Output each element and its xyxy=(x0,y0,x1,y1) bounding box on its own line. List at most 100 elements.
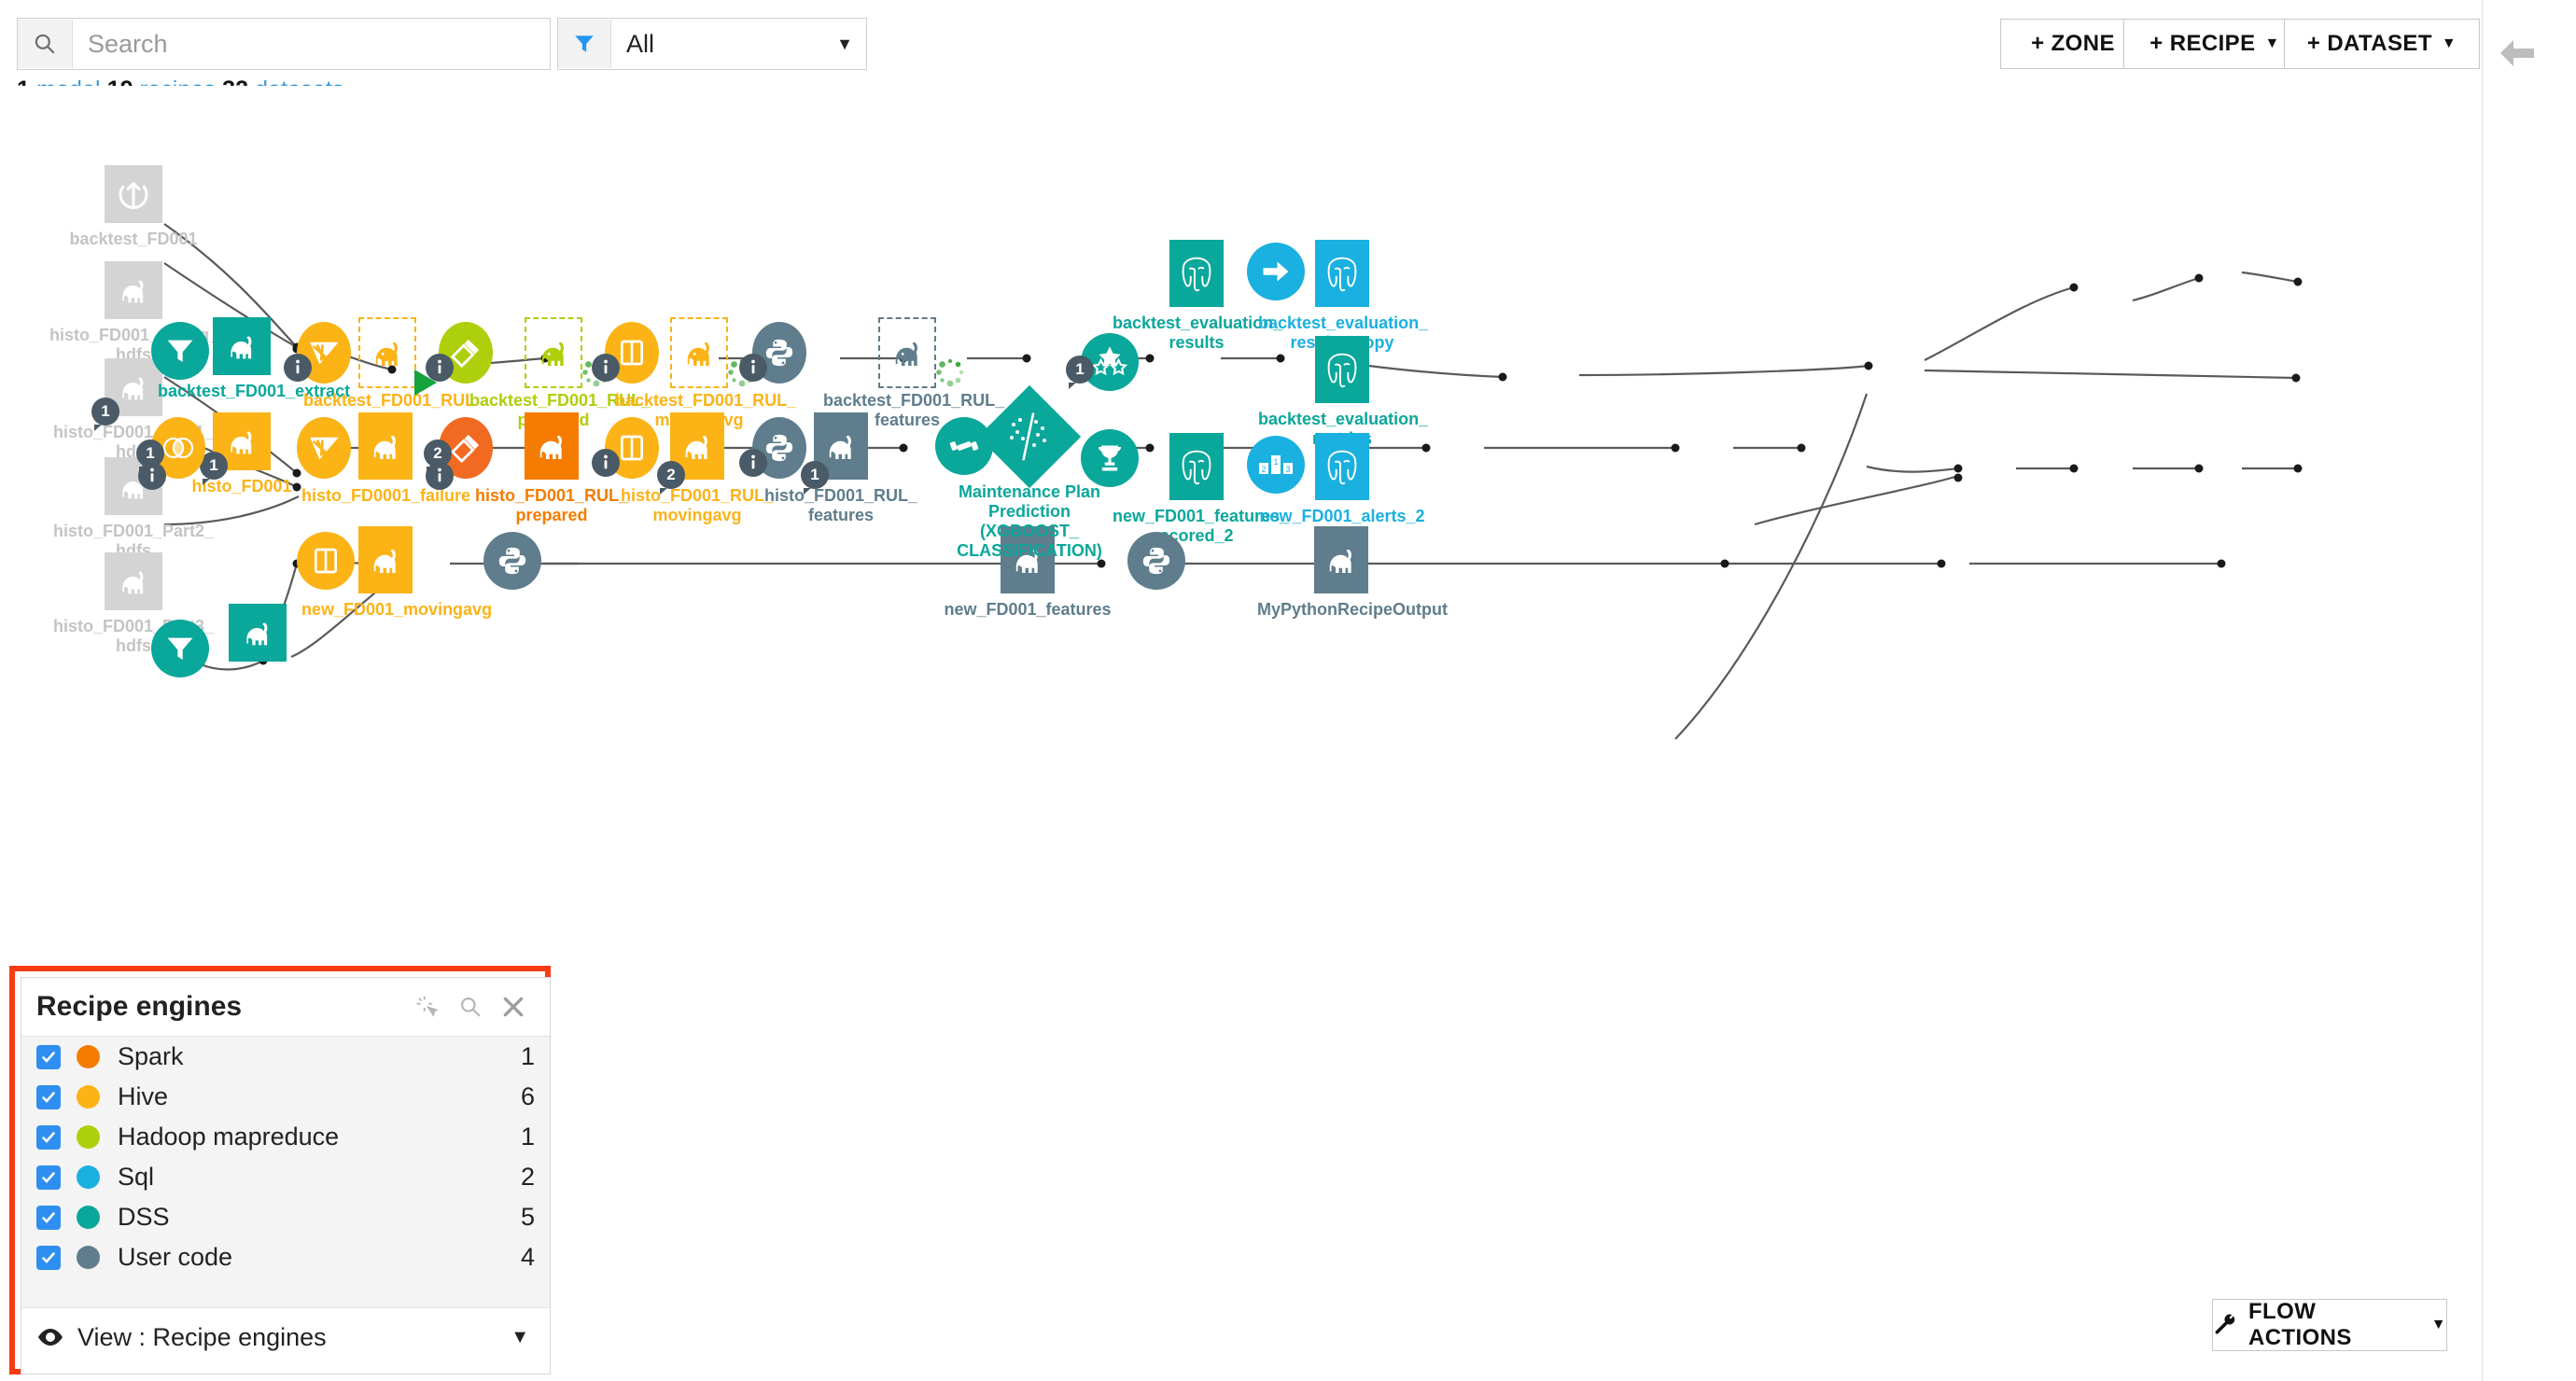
legend-row[interactable]: User code 4 xyxy=(21,1237,550,1277)
legend-color-swatch xyxy=(77,1045,100,1068)
filter-select[interactable]: All ▼ xyxy=(557,18,867,70)
flow-actions-button[interactable]: FLOW ACTIONS ▼ xyxy=(2212,1299,2447,1351)
legend-checkbox[interactable] xyxy=(36,1084,61,1109)
legend-color-swatch xyxy=(77,1165,100,1189)
dataset-label: backtest_FD001_extract xyxy=(158,382,351,400)
recipe-node[interactable] xyxy=(1127,532,1185,590)
chevron-down-icon: ▼ xyxy=(836,34,853,53)
recipe-node[interactable]: 1 xyxy=(1066,333,1139,391)
close-icon[interactable] xyxy=(492,985,535,1028)
dataset-notification-badge[interactable]: 2 xyxy=(657,461,685,495)
dataset-label: histo_FD001_RUL_ prepared xyxy=(474,486,629,524)
dataset-label: new_FD001_features xyxy=(944,600,1112,619)
dataset-node[interactable]: backtest_FD001_RUL_ movingavg xyxy=(615,317,796,429)
hdfs-dataset-icon xyxy=(358,412,413,480)
legend-color-swatch xyxy=(77,1246,100,1269)
recipe-node[interactable] xyxy=(935,417,993,475)
highlight-icon[interactable] xyxy=(406,985,449,1028)
legend-checkbox[interactable] xyxy=(36,1044,61,1069)
dataset-node[interactable]: new_FD001_alerts_2 xyxy=(1259,433,1425,525)
postgres-dataset-icon xyxy=(1315,433,1369,500)
legend-color-swatch xyxy=(77,1085,100,1109)
dataset-node[interactable]: new_FD001_features_ scored_2 xyxy=(1113,433,1289,545)
recipe-engines-legend-panel: Recipe engines Spark 1 Hive 6 Hadoop mapredu… xyxy=(9,966,551,1374)
dataset-notification-badge[interactable]: 1 xyxy=(91,398,119,431)
search-icon[interactable] xyxy=(449,985,492,1028)
postgres-dataset-icon xyxy=(1169,433,1224,500)
dataset-node[interactable]: new_FD001_movingavg xyxy=(301,526,492,619)
top-toolbar: All ▼ 1 model 19 recipes 32 datasets + Z… xyxy=(0,0,2483,103)
legend-row[interactable]: Hadoop mapreduce 1 xyxy=(21,1117,550,1157)
dataset-node[interactable]: MyPythonRecipeOutput xyxy=(1257,526,1448,619)
recipe-node[interactable] xyxy=(151,322,209,380)
score-recipe-icon xyxy=(1081,429,1139,487)
postgres-dataset-icon xyxy=(1169,240,1224,307)
model-label: Maintenance Plan Prediction (XGBOOST_ CL… xyxy=(957,482,1102,560)
info-icon[interactable] xyxy=(592,449,620,477)
info-icon[interactable] xyxy=(426,354,454,382)
dataset-node[interactable]: histo_FD001_Part3_ hdfs xyxy=(53,552,214,655)
info-icon[interactable] xyxy=(426,462,454,490)
recipe-node[interactable] xyxy=(592,322,659,384)
legend-row[interactable]: Sql 2 xyxy=(21,1157,550,1197)
recipe-node[interactable] xyxy=(1247,243,1305,300)
dataset-node[interactable]: backtest_evaluation_ metrics xyxy=(1258,336,1428,448)
legend-view-selector[interactable]: View : Recipe engines ▼ xyxy=(21,1307,550,1366)
dataset-node[interactable]: backtest_FD001_extract xyxy=(158,317,350,400)
legend-row[interactable]: Spark 1 xyxy=(21,1037,550,1077)
dataset-node[interactable]: histo_FD001_RUL_ movingavg 2 xyxy=(621,412,774,524)
arrow-left-icon[interactable] xyxy=(2487,30,2547,77)
add-recipe-button[interactable]: + RECIPE ▼ xyxy=(2123,19,2306,69)
info-icon[interactable] xyxy=(138,462,166,490)
recipe-node[interactable] xyxy=(739,417,806,479)
recipe-node[interactable] xyxy=(297,532,355,590)
saved-model-node[interactable]: Maintenance Plan Prediction (XGBOOST_ CL… xyxy=(957,384,1102,560)
legend-engine-label: DSS xyxy=(118,1203,170,1231)
info-icon[interactable] xyxy=(739,449,767,477)
dataset-node[interactable]: backtest_FD001_RUL_ features xyxy=(823,317,1004,429)
recipe-node[interactable] xyxy=(426,322,493,384)
search-box[interactable] xyxy=(17,18,551,70)
search-input[interactable] xyxy=(73,20,550,68)
add-dataset-button[interactable]: + DATASET ▼ xyxy=(2284,19,2480,69)
dataset-node[interactable]: histo_FD0001_failure xyxy=(301,412,470,505)
dataset-node[interactable]: backtest_evaluation_ results_copy xyxy=(1258,240,1428,352)
dataset-node[interactable]: backtest_evaluation_ results xyxy=(1113,240,1282,352)
dataset-node[interactable]: histo_FD001_RUL_ prepared xyxy=(475,412,628,524)
recipe-notification-badge[interactable]: 1 xyxy=(1066,356,1094,389)
recipe-node[interactable] xyxy=(1081,429,1139,487)
dataset-node[interactable]: histo_FD001_config_ hdfs xyxy=(49,261,218,364)
dataset-label: new_FD001_movingavg xyxy=(301,600,493,619)
legend-checkbox[interactable] xyxy=(36,1124,61,1150)
recipe-node[interactable]: 1 xyxy=(136,417,205,490)
legend-checkbox[interactable] xyxy=(36,1205,61,1230)
legend-row[interactable]: DSS 5 xyxy=(21,1197,550,1237)
legend-engine-count: 4 xyxy=(520,1243,535,1271)
legend-engine-label: Spark xyxy=(118,1042,184,1070)
dataset-node[interactable]: backtest_FD001_RUL xyxy=(303,317,475,410)
recipe-node[interactable] xyxy=(284,322,351,384)
recipe-node[interactable]: 2 xyxy=(424,417,493,490)
dataset-node[interactable]: histo_FD001 1 xyxy=(191,412,292,495)
hdfs-dataset-icon xyxy=(525,412,579,480)
info-icon[interactable] xyxy=(284,354,312,382)
add-recipe-label: + RECIPE xyxy=(2149,31,2256,56)
recipe-node[interactable] xyxy=(592,417,659,479)
legend-checkbox[interactable] xyxy=(36,1165,61,1190)
info-icon[interactable] xyxy=(592,354,620,382)
svg-text:1: 1 xyxy=(1273,457,1278,467)
legend-row[interactable]: Hive 6 xyxy=(21,1077,550,1117)
recipe-node[interactable]: 213 xyxy=(1247,436,1305,494)
dataset-node[interactable] xyxy=(229,604,287,662)
legend-checkbox[interactable] xyxy=(36,1245,61,1270)
recipe-node[interactable] xyxy=(483,532,541,590)
dataset-node[interactable]: backtest_FD001_RUL_ prepared xyxy=(469,317,651,429)
dataset-node[interactable]: backtest_FD001 xyxy=(69,165,198,248)
info-icon[interactable] xyxy=(739,354,767,382)
recipe-node[interactable] xyxy=(297,417,351,479)
recipe-node[interactable] xyxy=(151,620,209,677)
dataset-node[interactable]: histo_FD001_RUL_ features 1 xyxy=(764,412,917,524)
hdfs-dataset-icon xyxy=(878,317,936,388)
recipe-node[interactable] xyxy=(739,322,806,384)
hdfs-dataset-icon xyxy=(358,317,416,388)
